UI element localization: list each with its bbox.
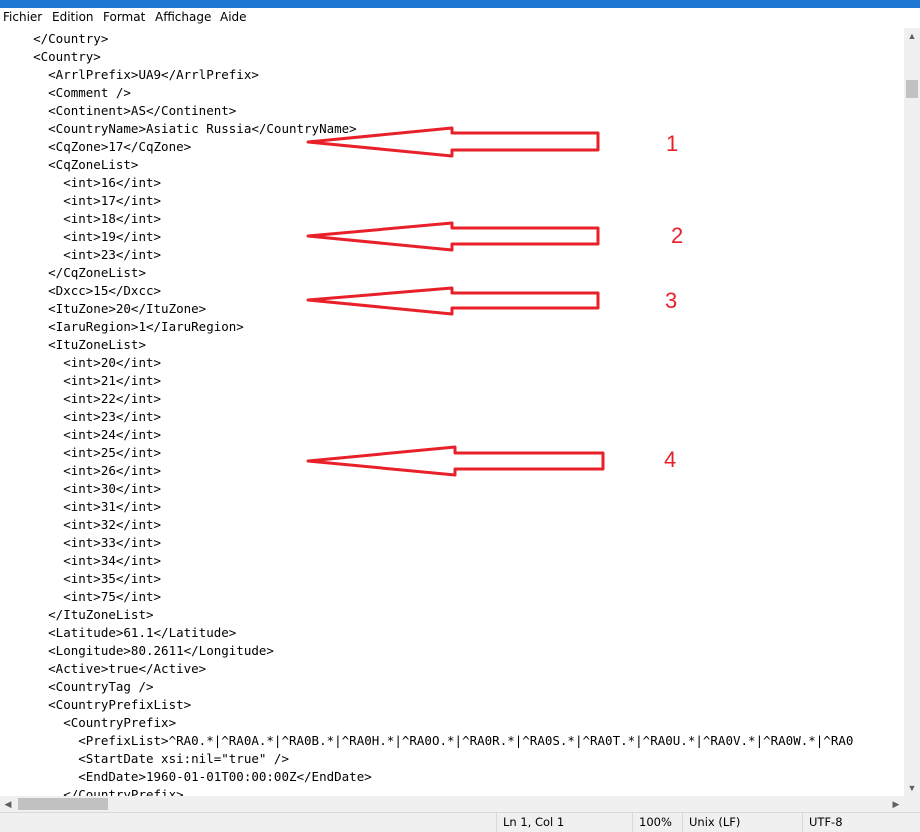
editor-line: <Comment /> <box>3 85 131 100</box>
editor-line: </CountryPrefix> <box>3 787 184 796</box>
menu-affichage[interactable]: Affichage <box>155 10 211 24</box>
editor-line: <ItuZoneList> <box>3 337 146 352</box>
editor-line: </Country> <box>3 31 109 46</box>
editor-line: </ItuZoneList> <box>3 607 154 622</box>
title-bar <box>0 0 920 8</box>
editor-line: <Latitude>61.1</Latitude> <box>3 625 237 640</box>
editor-line: <int>22</int> <box>3 391 162 406</box>
chevron-right-icon[interactable]: ▶ <box>888 796 904 812</box>
editor-line: <int>34</int> <box>3 553 162 568</box>
editor-line: <Active>true</Active> <box>3 661 207 676</box>
status-line-ending: Unix (LF) <box>682 813 802 832</box>
editor-line: <int>18</int> <box>3 211 162 226</box>
editor-line: <int>26</int> <box>3 463 162 478</box>
editor-line: <int>75</int> <box>3 589 162 604</box>
menu-edition[interactable]: Edition <box>52 10 94 24</box>
menu-aide[interactable]: Aide <box>220 10 247 24</box>
editor-line: <int>33</int> <box>3 535 162 550</box>
status-encoding: UTF-8 <box>802 813 920 832</box>
status-position: Ln 1, Col 1 <box>496 813 632 832</box>
editor-line: <CqZoneList> <box>3 157 139 172</box>
editor-line: <CountryPrefixList> <box>3 697 192 712</box>
menu-fichier[interactable]: Fichier <box>3 10 42 24</box>
editor-line: <int>21</int> <box>3 373 162 388</box>
editor-line: <int>30</int> <box>3 481 162 496</box>
editor-line: <int>32</int> <box>3 517 162 532</box>
editor-line: <int>17</int> <box>3 193 162 208</box>
chevron-left-icon[interactable]: ◀ <box>0 796 16 812</box>
editor-line: <int>16</int> <box>3 175 162 190</box>
status-bar: Ln 1, Col 1 100% Unix (LF) UTF-8 <box>0 812 920 832</box>
editor-line: <int>23</int> <box>3 409 162 424</box>
editor-line: <CountryName>Asiatic Russia</CountryName… <box>3 121 357 136</box>
editor-line: <CountryPrefix> <box>3 715 177 730</box>
editor-line: <IaruRegion>1</IaruRegion> <box>3 319 244 334</box>
editor-line: <ArrlPrefix>UA9</ArrlPrefix> <box>3 67 259 82</box>
chevron-up-icon[interactable]: ▲ <box>904 28 920 44</box>
scrollbar-corner <box>904 796 920 812</box>
editor-line: <Dxcc>15</Dxcc> <box>3 283 162 298</box>
menu-format[interactable]: Format <box>103 10 145 24</box>
status-zoom: 100% <box>632 813 682 832</box>
menu-bar: Fichier Edition Format Affichage Aide <box>0 8 920 28</box>
editor-line: <CountryTag /> <box>3 679 154 694</box>
editor-line: <int>20</int> <box>3 355 162 370</box>
editor-line: <PrefixList>^RA0.*|^RA0A.*|^RA0B.*|^RA0H… <box>3 733 854 748</box>
editor-line: <int>35</int> <box>3 571 162 586</box>
editor-line: <Longitude>80.2611</Longitude> <box>3 643 274 658</box>
editor-line: <int>24</int> <box>3 427 162 442</box>
editor-line: <StartDate xsi:nil="true" /> <box>3 751 289 766</box>
editor-line: <ItuZone>20</ItuZone> <box>3 301 207 316</box>
editor-line: <Country> <box>3 49 101 64</box>
vertical-scrollbar[interactable]: ▲ ▼ <box>904 28 920 796</box>
editor-line: <EndDate>1960-01-01T00:00:00Z</EndDate> <box>3 769 372 784</box>
editor-line: <int>31</int> <box>3 499 162 514</box>
editor-line: <int>23</int> <box>3 247 162 262</box>
text-editor[interactable]: </Country> <Country> <ArrlPrefix>UA9</Ar… <box>0 28 904 796</box>
editor-line: <int>25</int> <box>3 445 162 460</box>
editor-line: <Continent>AS</Continent> <box>3 103 237 118</box>
horizontal-scroll-thumb[interactable] <box>18 798 108 810</box>
chevron-down-icon[interactable]: ▼ <box>904 780 920 796</box>
vertical-scroll-thumb[interactable] <box>906 80 918 98</box>
horizontal-scrollbar[interactable]: ◀ ▶ <box>0 796 904 812</box>
editor-line: <int>19</int> <box>3 229 162 244</box>
editor-line: <CqZone>17</CqZone> <box>3 139 192 154</box>
editor-line: </CqZoneList> <box>3 265 146 280</box>
